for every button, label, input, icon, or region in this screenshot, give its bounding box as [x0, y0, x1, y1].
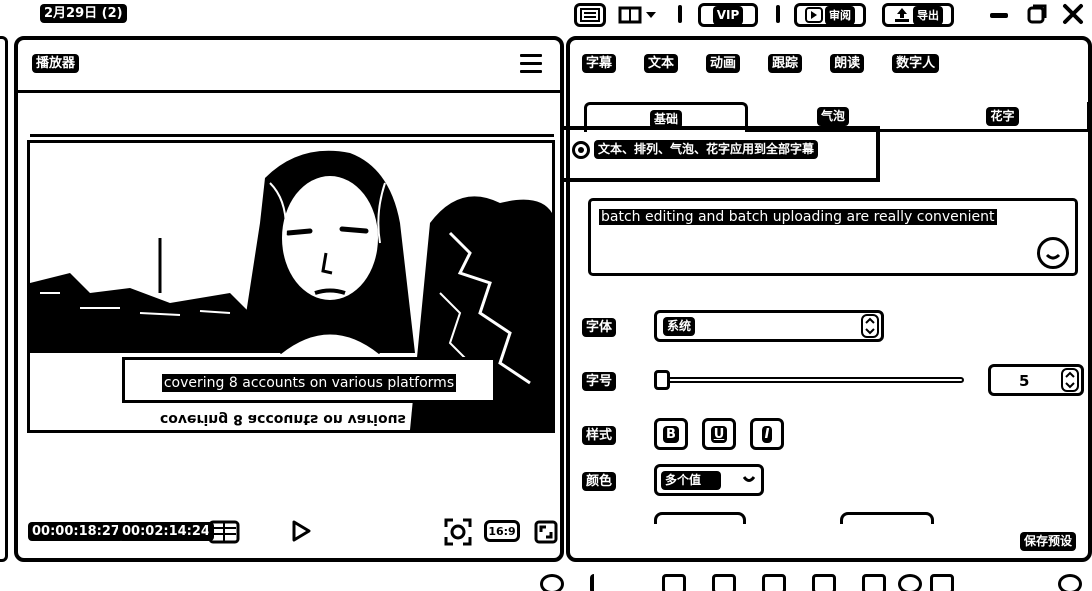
- screen-icon[interactable]: [762, 574, 786, 591]
- vip-label: VIP: [712, 5, 744, 25]
- subtitle-text-value: batch editing and batch uploading are re…: [599, 209, 997, 225]
- review-button[interactable]: 审阅: [794, 3, 866, 27]
- tab-subtitle[interactable]: 字幕: [582, 54, 617, 73]
- slider-thumb[interactable]: [654, 370, 670, 390]
- chevron-down-icon: [743, 476, 755, 482]
- save-preset-button[interactable]: 保存预设: [1019, 532, 1076, 551]
- settings-icon[interactable]: [540, 574, 564, 591]
- close-icon[interactable]: [1062, 3, 1084, 25]
- image-icon[interactable]: [662, 574, 686, 591]
- slider-track: [654, 377, 964, 383]
- crop-icon[interactable]: [930, 574, 954, 591]
- aspect-ratio-button[interactable]: 16:9: [484, 520, 520, 542]
- underline-button[interactable]: U: [702, 418, 736, 450]
- layout-button[interactable]: [618, 3, 666, 27]
- chevron-down-icon: [646, 12, 656, 18]
- picture-icon[interactable]: [862, 574, 886, 591]
- layout-icon: [618, 6, 642, 24]
- bold-button[interactable]: B: [654, 418, 688, 450]
- caption-text: covering 8 accounts on various platforms: [161, 374, 457, 392]
- color-label: 颜色: [582, 472, 617, 491]
- split-icon[interactable]: [812, 574, 836, 591]
- stepper-arrows-icon: [861, 314, 879, 338]
- toolbar-divider: [678, 5, 682, 23]
- tab-text[interactable]: 文本: [644, 54, 679, 73]
- apply-all-highlight: 文本、排列、气泡、花字应用到全部字幕: [560, 126, 880, 182]
- player-title: 播放器: [32, 54, 80, 73]
- fullscreen-icon[interactable]: [534, 520, 558, 544]
- tab-tracking[interactable]: 跟踪: [768, 54, 803, 73]
- tab-read-aloud[interactable]: 朗读: [830, 54, 865, 73]
- title-bar: 2月29日 (2) VIP 审阅 导出: [0, 0, 1092, 30]
- size-stepper[interactable]: 5: [988, 364, 1084, 396]
- font-select[interactable]: 系统: [654, 310, 884, 342]
- toolbar-divider: [776, 5, 780, 23]
- tab-digital-human[interactable]: 数字人: [892, 54, 940, 73]
- tab-animation[interactable]: 动画: [706, 54, 741, 73]
- keyboard-icon: [580, 8, 600, 22]
- record-icon[interactable]: [898, 574, 922, 591]
- template-icon[interactable]: [712, 574, 736, 591]
- size-slider[interactable]: [654, 370, 964, 390]
- size-label: 字号: [582, 372, 617, 391]
- apply-all-radio[interactable]: [572, 140, 590, 159]
- timeline-list-icon[interactable]: [208, 520, 240, 544]
- stepper-arrows-icon[interactable]: [1061, 368, 1079, 392]
- italic-button[interactable]: I: [750, 418, 784, 450]
- video-preview[interactable]: covering 8 accounts on various platforms…: [27, 140, 555, 433]
- play-icon[interactable]: [290, 520, 312, 542]
- main-tabs: 字幕 文本 动画 跟踪 朗读 数字人: [582, 54, 940, 73]
- emoji-icon[interactable]: [1037, 237, 1069, 269]
- collapsed-section: [654, 512, 746, 524]
- minimize-icon[interactable]: [988, 5, 1010, 25]
- zoom-icon[interactable]: [1058, 574, 1082, 591]
- collapsed-section: [840, 512, 934, 524]
- size-value: 5: [1019, 372, 1030, 390]
- fit-screen-icon[interactable]: [444, 518, 472, 546]
- properties-panel: 字幕 文本 动画 跟踪 朗读 数字人 基础 气泡 花字 文本、排列、气泡、花字应…: [560, 36, 1092, 562]
- total-time: 00:02:14:24: [118, 522, 214, 541]
- subtab-fancy-text[interactable]: 花字: [918, 102, 1090, 132]
- export-label: 导出: [913, 5, 943, 25]
- microphone-icon[interactable]: [590, 574, 600, 591]
- color-value: 多个值: [661, 471, 722, 490]
- apply-all-label: 文本、排列、气泡、花字应用到全部字幕: [594, 140, 819, 159]
- playback-controls: 00:00:18:27 00:02:14:24 16:9: [28, 518, 558, 546]
- subtitle-text-input[interactable]: batch editing and batch uploading are re…: [588, 198, 1078, 276]
- video-frame-edge: [30, 134, 554, 137]
- export-button[interactable]: 导出: [882, 3, 954, 27]
- media-panel-edge: [0, 36, 8, 562]
- upload-icon: [895, 8, 909, 22]
- player-header-divider: [18, 90, 560, 93]
- current-time: 00:00:18:27: [28, 522, 124, 541]
- color-select[interactable]: 多个值: [654, 464, 764, 496]
- caption-reflection: covering 8 accounts on various platforms: [160, 411, 488, 427]
- review-icon: [805, 7, 823, 23]
- project-title: 2月29日 (2): [40, 4, 127, 23]
- maximize-icon[interactable]: [1026, 3, 1048, 25]
- caption-selection-box[interactable]: covering 8 accounts on various platforms: [122, 357, 496, 403]
- style-label: 样式: [582, 426, 617, 445]
- font-value: 系统: [663, 317, 696, 336]
- apply-all-option[interactable]: 文本、排列、气泡、花字应用到全部字幕: [572, 140, 819, 159]
- font-label: 字体: [582, 318, 617, 337]
- keyboard-shortcuts-button[interactable]: [574, 3, 606, 27]
- review-label: 审阅: [825, 5, 855, 25]
- player-panel: 播放器 covering 8 accounts on various platf…: [14, 36, 564, 562]
- menu-icon[interactable]: [520, 54, 542, 74]
- vip-button[interactable]: VIP: [698, 3, 758, 27]
